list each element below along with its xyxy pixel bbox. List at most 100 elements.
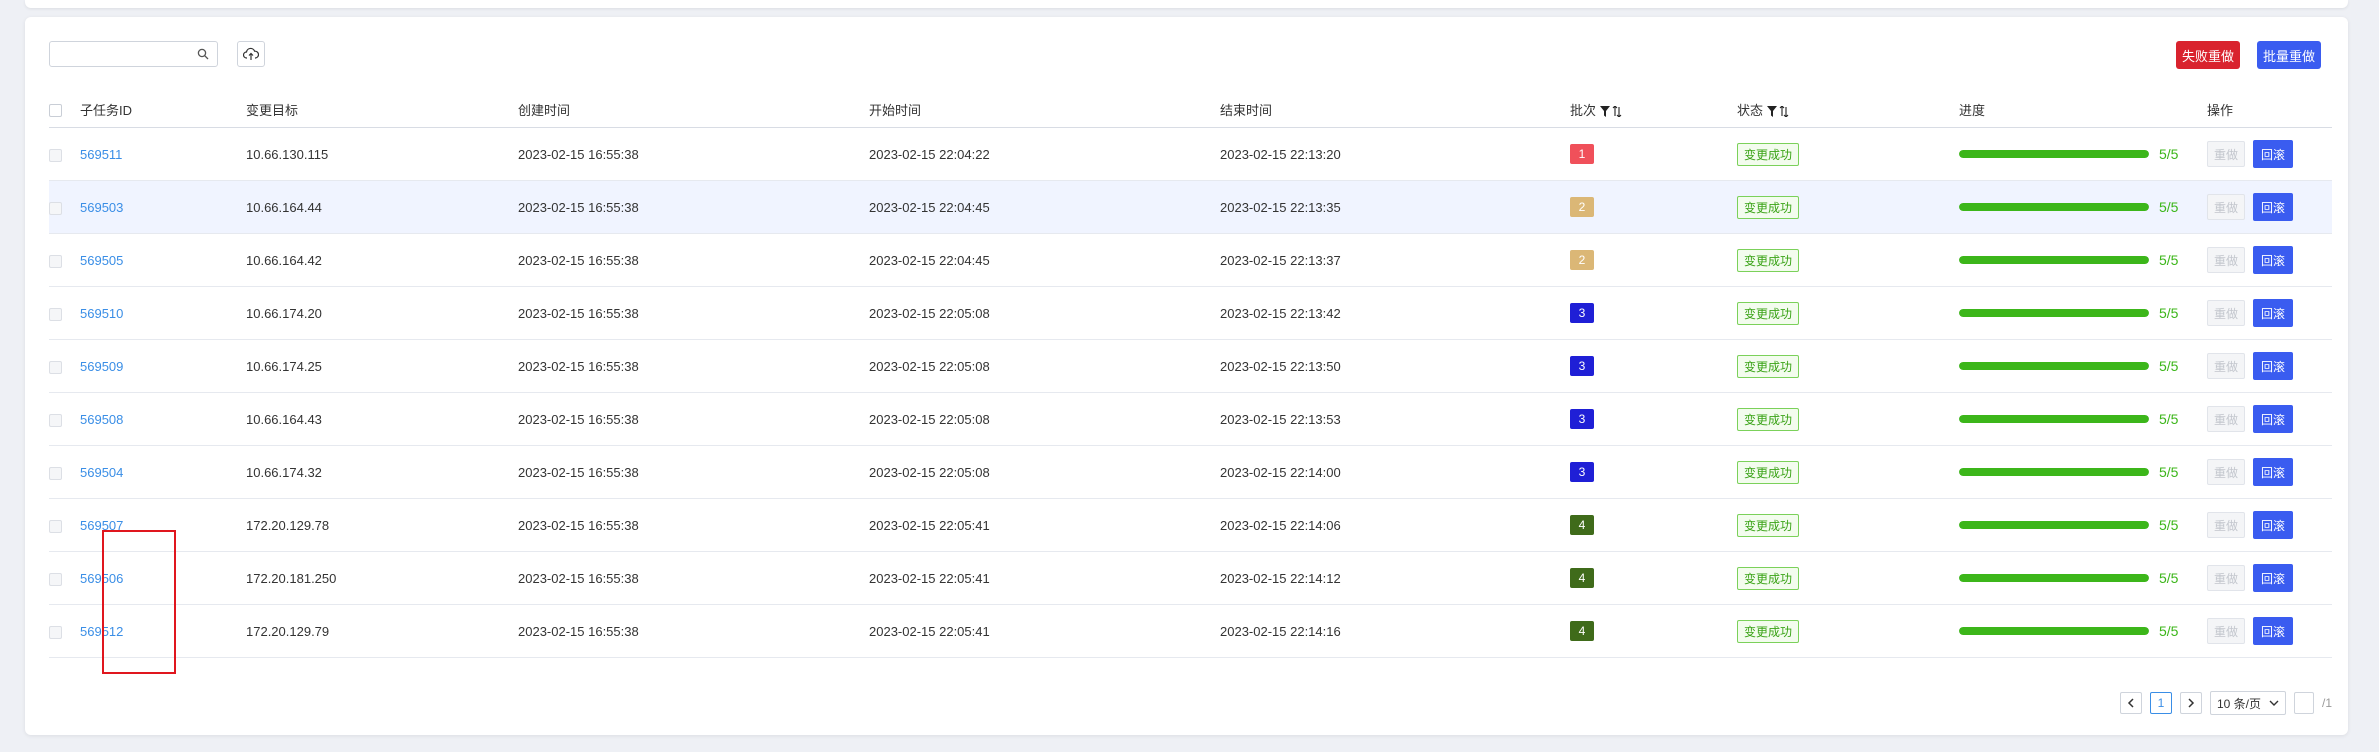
header-action: 操作	[2207, 92, 2332, 128]
sort-icon[interactable]	[1612, 106, 1622, 118]
row-checkbox[interactable]	[49, 360, 62, 374]
rollback-button[interactable]: 回滚	[2253, 511, 2293, 539]
table-row[interactable]: 569512 172.20.129.79 2023-02-15 16:55:38 20…	[49, 604, 2332, 658]
row-checkbox[interactable]	[49, 519, 62, 533]
header-target: 变更目标	[246, 92, 518, 128]
created-cell: 2023-02-15 16:55:38	[518, 180, 869, 234]
start-cell: 2023-02-15 22:05:08	[869, 286, 1220, 340]
end-cell: 2023-02-15 22:14:00	[1220, 445, 1570, 499]
redo-button[interactable]: 重做	[2207, 618, 2245, 644]
row-checkbox[interactable]	[49, 201, 62, 215]
subtask-id-link[interactable]: 569512	[80, 624, 123, 639]
progress-text: 5/5	[2159, 358, 2179, 374]
batch-badge: 1	[1570, 144, 1594, 164]
subtask-id-link[interactable]: 569511	[80, 147, 122, 162]
subtask-table: 子任务ID 变更目标 创建时间 开始时间 结束时间 批次 状态 进度 操作 56…	[49, 92, 2332, 658]
subtask-id-link[interactable]: 569509	[80, 359, 123, 374]
subtask-id-link[interactable]: 569510	[80, 306, 123, 321]
status-badge: 变更成功	[1737, 142, 1800, 166]
table-row[interactable]: 569510 10.66.174.20 2023-02-15 16:55:38 202…	[49, 286, 2332, 340]
redo-button[interactable]: 重做	[2207, 565, 2245, 591]
row-checkbox[interactable]	[49, 254, 62, 268]
search-input[interactable]	[50, 42, 202, 66]
progress-fill	[1959, 574, 2149, 582]
filter-icon[interactable]	[1767, 106, 1778, 118]
rollback-button[interactable]: 回滚	[2253, 193, 2293, 221]
progress-bar	[1959, 521, 2149, 529]
redo-button[interactable]: 重做	[2207, 300, 2245, 326]
row-checkbox[interactable]	[49, 625, 62, 639]
batch-badge: 3	[1570, 462, 1594, 482]
status-badge: 变更成功	[1737, 248, 1800, 272]
redo-button[interactable]: 重做	[2207, 194, 2245, 220]
redo-button[interactable]: 重做	[2207, 247, 2245, 273]
created-cell: 2023-02-15 16:55:38	[518, 392, 869, 446]
redo-button[interactable]: 重做	[2207, 141, 2245, 167]
subtask-id-link[interactable]: 569504	[80, 465, 123, 480]
fail-redo-button[interactable]: 失败重做	[2176, 41, 2240, 69]
rollback-button[interactable]: 回滚	[2253, 564, 2293, 592]
rollback-button[interactable]: 回滚	[2253, 617, 2293, 645]
subtask-id-link[interactable]: 569507	[80, 518, 123, 533]
header-status: 状态	[1737, 103, 1764, 118]
start-cell: 2023-02-15 22:04:22	[869, 127, 1220, 181]
progress-text: 5/5	[2159, 517, 2179, 533]
table-row[interactable]: 569509 10.66.174.25 2023-02-15 16:55:38 202…	[49, 339, 2332, 393]
table-row[interactable]: 569511 10.66.130.115 2023-02-15 16:55:38 20…	[49, 127, 2332, 181]
prev-page-button[interactable]	[2119, 692, 2142, 714]
progress-fill	[1959, 468, 2149, 476]
rollback-button[interactable]: 回滚	[2253, 405, 2293, 433]
row-checkbox[interactable]	[49, 148, 62, 162]
row-checkbox[interactable]	[49, 466, 62, 480]
page-size-value: 10 条/页	[2216, 696, 2261, 711]
page-jump-input[interactable]	[2293, 692, 2314, 714]
rollback-button[interactable]: 回滚	[2253, 299, 2293, 327]
status-badge: 变更成功	[1737, 460, 1800, 484]
row-checkbox[interactable]	[49, 307, 62, 321]
table-row[interactable]: 569505 10.66.164.42 2023-02-15 16:55:38 202…	[49, 233, 2332, 287]
filter-icon[interactable]	[1600, 106, 1611, 118]
subtask-id-link[interactable]: 569508	[80, 412, 123, 427]
progress-text: 5/5	[2159, 623, 2179, 639]
table-row[interactable]: 569507 172.20.129.78 2023-02-15 16:55:38 20…	[49, 498, 2332, 552]
page-number[interactable]: 1	[2149, 692, 2172, 714]
rollback-button[interactable]: 回滚	[2253, 140, 2293, 168]
batch-badge: 4	[1570, 621, 1594, 641]
page-size-select[interactable]: 10 条/页	[2209, 691, 2286, 715]
progress-indicator: 5/5	[1959, 464, 2207, 480]
progress-indicator: 5/5	[1959, 305, 2207, 321]
rollback-button[interactable]: 回滚	[2253, 352, 2293, 380]
batch-badge: 2	[1570, 197, 1594, 217]
next-page-button[interactable]	[2179, 692, 2202, 714]
redo-button[interactable]: 重做	[2207, 353, 2245, 379]
row-checkbox[interactable]	[49, 413, 62, 427]
table-row[interactable]: 569506 172.20.181.250 2023-02-15 16:55:38 2…	[49, 551, 2332, 605]
search-icon[interactable]	[197, 48, 209, 60]
start-cell: 2023-02-15 22:05:41	[869, 498, 1220, 552]
rollback-button[interactable]: 回滚	[2253, 458, 2293, 486]
table-row[interactable]: 569508 10.66.164.43 2023-02-15 16:55:38 202…	[49, 392, 2332, 446]
redo-button[interactable]: 重做	[2207, 512, 2245, 538]
header-status-cell: 状态	[1737, 92, 1959, 128]
subtask-id-link[interactable]: 569506	[80, 571, 123, 586]
cloud-upload-button[interactable]	[237, 41, 265, 67]
row-checkbox[interactable]	[49, 572, 62, 586]
status-badge: 变更成功	[1737, 195, 1800, 219]
redo-button[interactable]: 重做	[2207, 406, 2245, 432]
status-badge: 变更成功	[1737, 354, 1800, 378]
select-all-checkbox[interactable]	[49, 104, 62, 118]
subtask-id-link[interactable]: 569505	[80, 253, 123, 268]
rollback-button[interactable]: 回滚	[2253, 246, 2293, 274]
table-row[interactable]: 569504 10.66.174.32 2023-02-15 16:55:38 202…	[49, 445, 2332, 499]
search-box[interactable]	[49, 41, 218, 67]
target-cell: 10.66.164.42	[246, 233, 518, 287]
subtask-id-link[interactable]: 569503	[80, 200, 123, 215]
batch-redo-button[interactable]: 批量重做	[2257, 41, 2321, 69]
redo-button[interactable]: 重做	[2207, 459, 2245, 485]
sort-icon[interactable]	[1779, 106, 1789, 118]
table-row[interactable]: 569503 10.66.164.44 2023-02-15 16:55:38 202…	[49, 180, 2332, 234]
created-cell: 2023-02-15 16:55:38	[518, 604, 869, 658]
end-cell: 2023-02-15 22:13:53	[1220, 392, 1570, 446]
end-cell: 2023-02-15 22:13:37	[1220, 233, 1570, 287]
progress-text: 5/5	[2159, 411, 2179, 427]
